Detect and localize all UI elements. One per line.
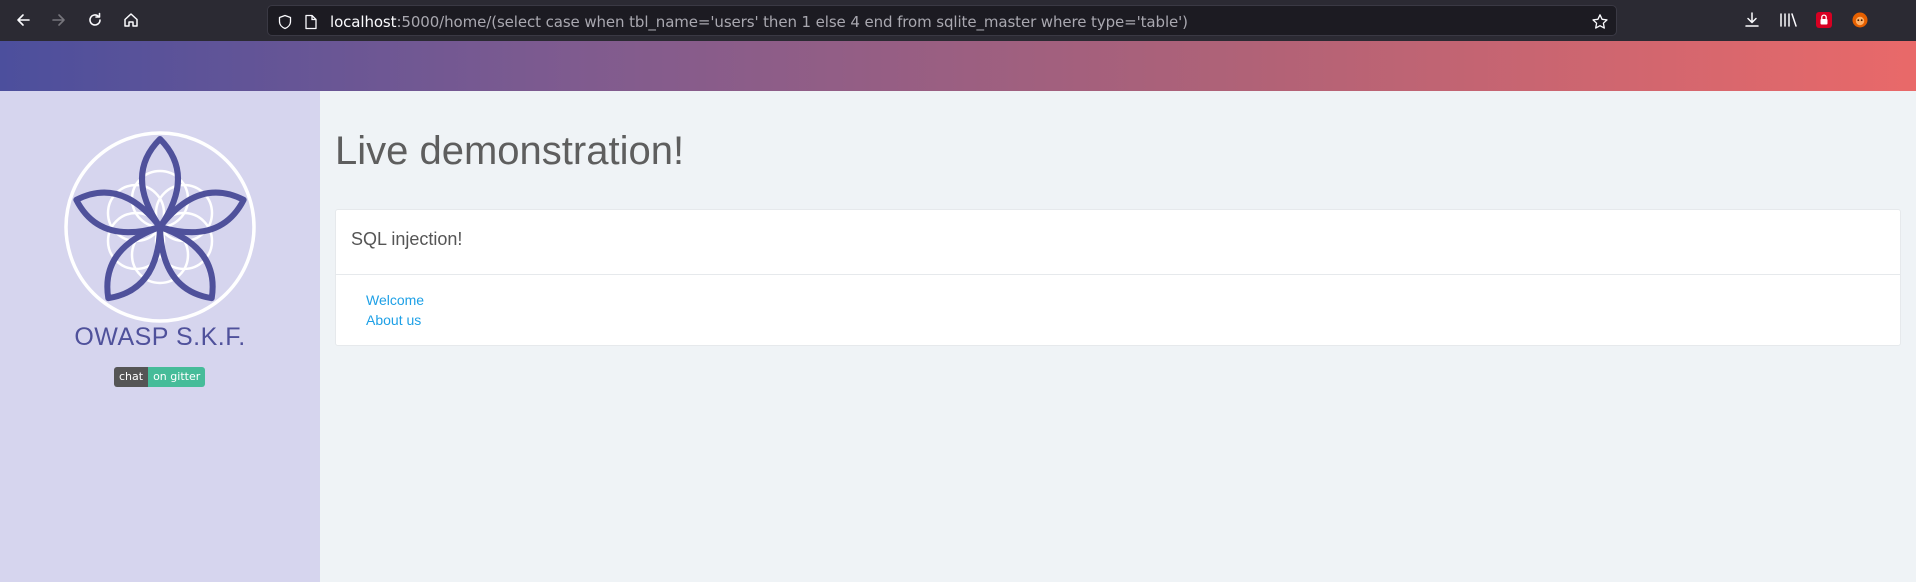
download-icon[interactable] xyxy=(1740,9,1764,31)
reload-icon xyxy=(89,12,101,26)
page-header-banner xyxy=(0,41,1916,91)
card-header: SQL injection! xyxy=(336,210,1900,275)
forward-icon xyxy=(52,14,65,26)
back-icon xyxy=(17,14,30,26)
page-title: Live demonstration! xyxy=(335,129,685,173)
address-bar[interactable]: localhost:5000/home/(select case when tb… xyxy=(267,5,1617,36)
back-button[interactable] xyxy=(9,8,37,32)
sidebar: OWASP S.K.F. chat on gitter xyxy=(0,91,320,582)
content-card: SQL injection! Welcome About us xyxy=(335,209,1901,346)
url-path: :5000/home/(select case when tbl_name='u… xyxy=(396,13,1188,31)
url-text[interactable]: localhost:5000/home/(select case when tb… xyxy=(330,13,1188,31)
main-content: Live demonstration! SQL injection! Welco… xyxy=(320,91,1916,582)
shield-icon[interactable] xyxy=(276,13,294,31)
welcome-link[interactable]: Welcome xyxy=(366,290,424,310)
browser-toolbar: localhost:5000/home/(select case when tb… xyxy=(0,0,1916,41)
owasp-skf-logo xyxy=(64,131,256,323)
home-button[interactable] xyxy=(117,8,145,32)
reload-button[interactable] xyxy=(81,8,109,32)
badge-label: chat xyxy=(114,367,149,387)
gitter-chat-badge[interactable]: chat on gitter xyxy=(114,367,206,387)
about-us-link[interactable]: About us xyxy=(366,310,424,330)
card-body: Welcome About us xyxy=(366,290,424,330)
extension-fox-icon[interactable] xyxy=(1848,9,1872,31)
forward-button[interactable] xyxy=(45,8,73,32)
extension-lock-icon[interactable] xyxy=(1812,9,1836,31)
url-host: localhost xyxy=(330,13,397,31)
badge-value: on gitter xyxy=(148,367,206,387)
page-icon[interactable] xyxy=(302,13,320,31)
library-icon[interactable] xyxy=(1776,9,1800,31)
bookmark-star-icon[interactable] xyxy=(1591,13,1609,31)
home-icon xyxy=(124,13,138,27)
brand-name: OWASP S.K.F. xyxy=(74,323,246,351)
